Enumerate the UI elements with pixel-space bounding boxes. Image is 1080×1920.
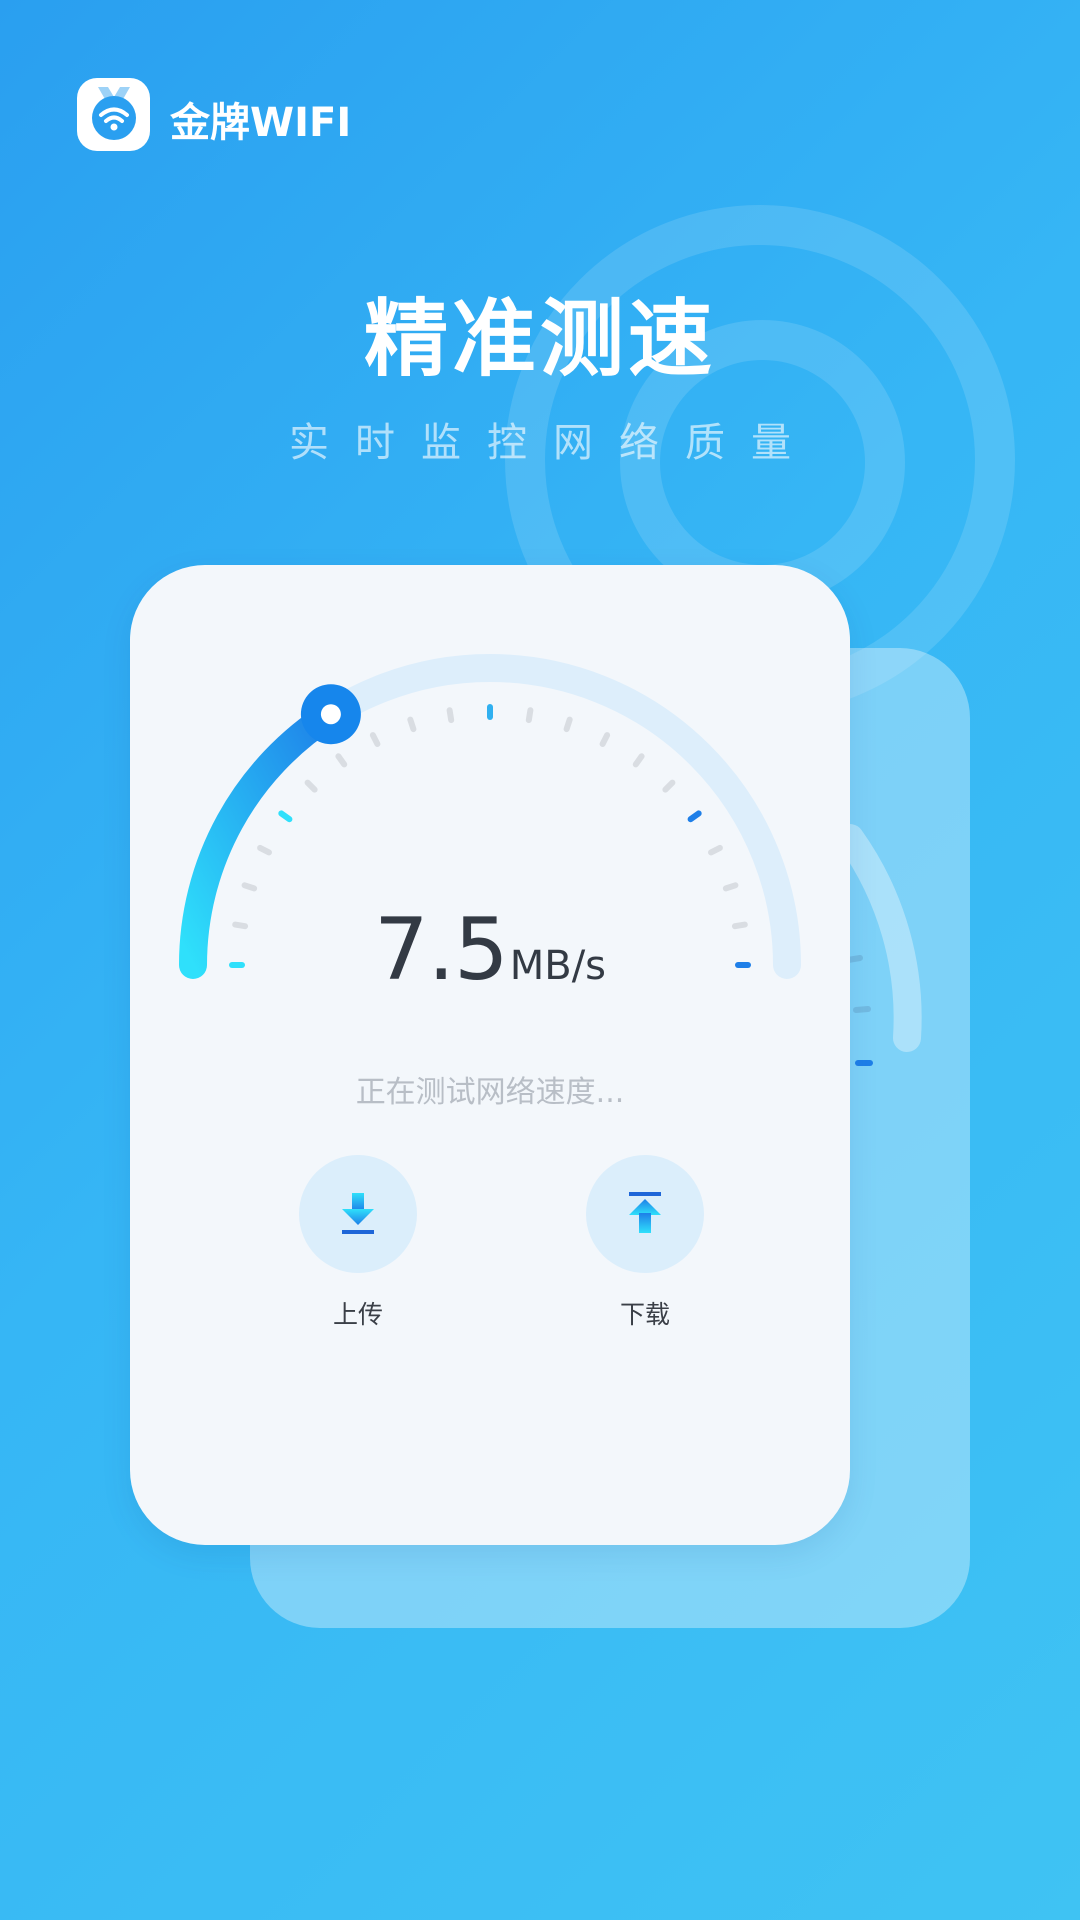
test-status: 正在测试网络速度... (355, 1075, 625, 1110)
app-logo (77, 78, 150, 151)
app-name: 金牌WIFI (170, 100, 352, 146)
gauge-tick (446, 707, 455, 724)
gauge-tick (278, 810, 293, 823)
gauge-tick (708, 844, 723, 856)
gauge-tick (687, 810, 702, 823)
wifi-medal-icon (91, 86, 136, 140)
hero-title: 精准测速 (363, 290, 716, 388)
gauge-tick (563, 716, 573, 733)
gauge-tick (525, 707, 534, 724)
gauge-tick (722, 882, 739, 892)
download-arrow-icon (342, 1193, 374, 1234)
speed-readout: 7.5MB/s (130, 900, 850, 1000)
gauge-tick (257, 844, 272, 856)
speed-unit: MB/s (509, 943, 607, 989)
download-button[interactable] (586, 1155, 704, 1273)
gauge-tick (599, 732, 611, 747)
gauge-tick (304, 779, 318, 793)
gauge-tick (632, 753, 645, 768)
upload-button[interactable] (299, 1155, 417, 1273)
gauge-tick (335, 753, 348, 768)
gauge-tick (662, 779, 676, 793)
speed-value: 7.5 (373, 900, 509, 1000)
download-label: 下载 (619, 1300, 670, 1329)
hero-subtitle: 实时监控网络质量 (289, 420, 817, 466)
speed-gauge (179, 654, 801, 979)
gauge-knob-center (320, 704, 341, 725)
gauge-tick (241, 882, 258, 892)
upload-label: 上传 (332, 1300, 383, 1329)
gauge-tick (369, 732, 381, 747)
upload-arrow-icon (629, 1192, 661, 1233)
gauge-tick (407, 716, 417, 733)
speed-test-card: 7.5MB/s 正在测试网络速度... 上传 下载 (130, 565, 850, 1545)
